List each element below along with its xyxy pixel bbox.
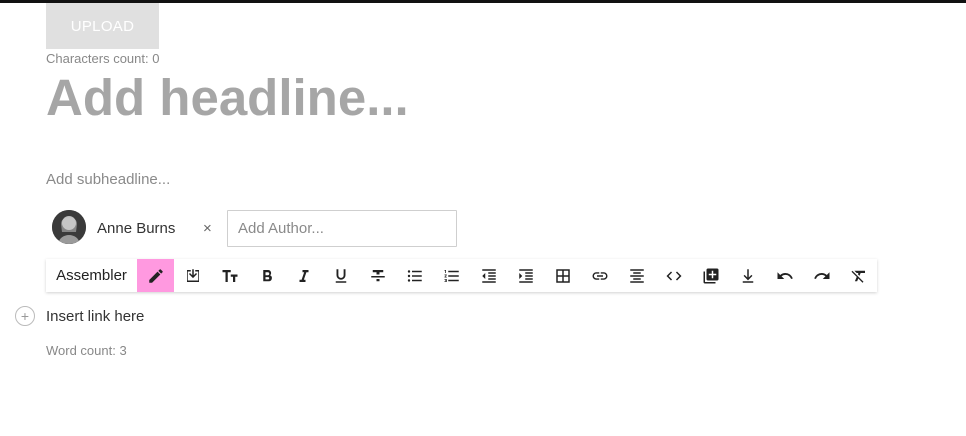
bulleted-list-icon[interactable]	[396, 259, 433, 292]
indent-icon[interactable]	[507, 259, 544, 292]
headline-field[interactable]: Add headline...	[46, 66, 409, 130]
numbered-list-icon[interactable]	[433, 259, 470, 292]
download-icon[interactable]	[729, 259, 766, 292]
insert-box-icon[interactable]	[174, 259, 211, 292]
italic-icon[interactable]	[285, 259, 322, 292]
bold-icon[interactable]	[248, 259, 285, 292]
insert-link-text[interactable]: Insert link here	[46, 308, 144, 325]
clear-format-icon[interactable]	[840, 259, 877, 292]
table-icon[interactable]	[544, 259, 581, 292]
link-icon[interactable]	[581, 259, 618, 292]
characters-count: Characters count: 0	[46, 51, 160, 66]
add-author-input[interactable]	[227, 210, 457, 247]
editor-toolbar: Assembler	[46, 259, 877, 292]
redo-icon[interactable]	[803, 259, 840, 292]
strikethrough-icon[interactable]	[359, 259, 396, 292]
toolbar-label: Assembler	[56, 267, 127, 284]
align-center-icon[interactable]	[618, 259, 655, 292]
subheadline-field[interactable]: Add subheadline...	[46, 171, 170, 188]
code-icon[interactable]	[655, 259, 692, 292]
pencil-icon[interactable]	[137, 259, 174, 292]
avatar	[52, 210, 86, 244]
insert-row: + Insert link here	[15, 305, 144, 327]
author-name: Anne Burns	[97, 220, 176, 237]
upload-button[interactable]: UPLOAD	[46, 3, 159, 49]
add-box-icon[interactable]	[692, 259, 729, 292]
outdent-icon[interactable]	[470, 259, 507, 292]
remove-author-button[interactable]: ×	[203, 220, 212, 237]
add-block-icon[interactable]: +	[15, 306, 35, 326]
underline-icon[interactable]	[322, 259, 359, 292]
text-size-icon[interactable]	[211, 259, 248, 292]
undo-icon[interactable]	[766, 259, 803, 292]
author-row: Anne Burns ×	[46, 209, 466, 249]
word-count: Word count: 3	[46, 343, 127, 358]
